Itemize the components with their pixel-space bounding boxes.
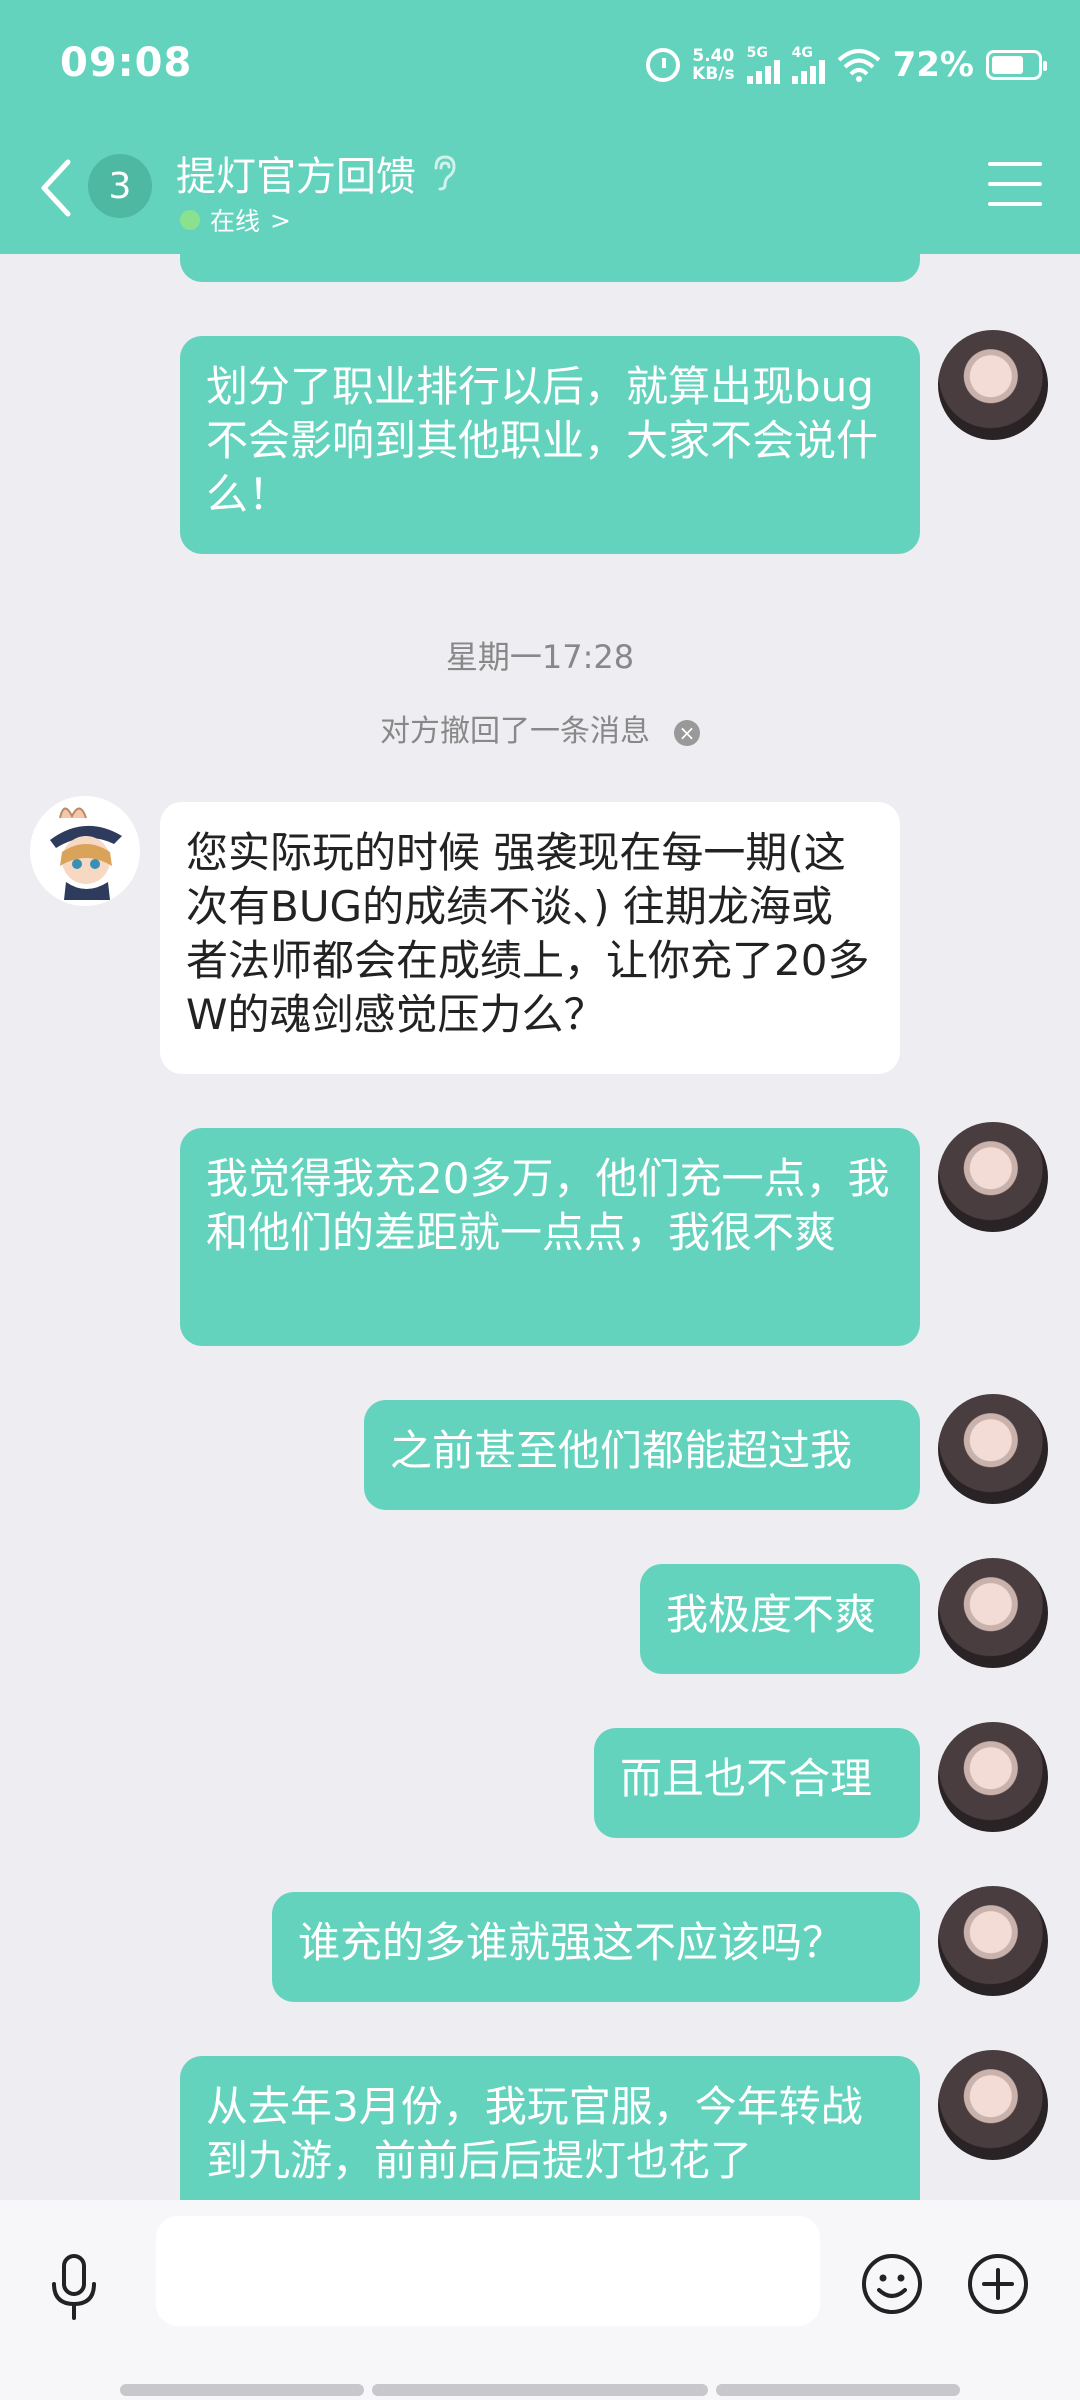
signal-5g: 5G bbox=[746, 45, 780, 84]
signal-bars-icon bbox=[791, 60, 825, 84]
recall-notice: 对方撤回了一条消息 × bbox=[0, 706, 1080, 750]
microphone-icon[interactable] bbox=[44, 2252, 104, 2324]
online-dot-icon bbox=[180, 210, 200, 230]
unread-badge[interactable]: 3 bbox=[88, 154, 152, 218]
chat-header: 09:08 5.40 KB/s 5G 4G 72% 3 提灯官方回馈 在线 > bbox=[0, 0, 1080, 254]
chat-title[interactable]: 提灯官方回馈 bbox=[176, 144, 458, 202]
battery-percent: 72% bbox=[892, 45, 974, 85]
signal-4g-label: 4G bbox=[791, 45, 813, 61]
message-bubble-outgoing[interactable]: 我觉得我充20多万，他们充一点，我和他们的差距就一点点，我很不爽 bbox=[180, 1128, 920, 1346]
signal-5g-label: 5G bbox=[746, 45, 768, 61]
message-bubble-outgoing[interactable]: 划分了职业排行以后，就算出现bug不会影响到其他职业，大家不会说什么！ bbox=[180, 336, 920, 554]
battery-icon bbox=[986, 50, 1047, 80]
nav-bar-segment[interactable] bbox=[716, 2384, 960, 2396]
chevron-right-icon: > bbox=[270, 205, 291, 235]
nav-bar-segment[interactable] bbox=[372, 2384, 708, 2396]
avatar[interactable] bbox=[938, 330, 1048, 440]
signal-4g: 4G bbox=[791, 45, 825, 84]
network-speed-value: 5.40 bbox=[692, 46, 735, 66]
network-speed: 5.40 KB/s bbox=[692, 47, 734, 83]
input-bar bbox=[0, 2200, 1080, 2400]
message-timestamp: 星期一17:28 bbox=[445, 638, 635, 676]
message-bubble-outgoing[interactable]: 而且也不合理 bbox=[594, 1728, 920, 1838]
avatar[interactable] bbox=[30, 796, 140, 906]
avatar[interactable] bbox=[938, 1122, 1048, 1232]
message-bubble-outgoing[interactable]: 谁充的多谁就强这不应该吗？ bbox=[272, 1892, 920, 2002]
online-status[interactable]: 在线 > bbox=[180, 202, 291, 238]
emoji-icon[interactable] bbox=[860, 2252, 924, 2316]
chat-title-text: 提灯官方回馈 bbox=[176, 154, 416, 200]
plus-icon[interactable] bbox=[966, 2252, 1030, 2316]
online-status-text: 在线 bbox=[210, 207, 261, 236]
network-speed-unit: KB/s bbox=[692, 64, 735, 84]
message-bubble-outgoing[interactable]: 我极度不爽 bbox=[640, 1564, 920, 1674]
message-input[interactable] bbox=[156, 2216, 820, 2326]
wifi-icon bbox=[837, 49, 880, 82]
signal-bars-icon bbox=[746, 60, 780, 84]
avatar[interactable] bbox=[938, 1886, 1048, 1996]
alarm-icon bbox=[646, 48, 681, 82]
message-bubble-incoming[interactable]: 您实际玩的时候 强袭现在每一期(这次有BUG的成绩不谈、) 往期龙海或者法师都会… bbox=[160, 802, 900, 1074]
recall-notice-text: 对方撤回了一条消息 bbox=[380, 714, 650, 749]
nav-bar-segment[interactable] bbox=[120, 2384, 364, 2396]
avatar[interactable] bbox=[938, 1722, 1048, 1832]
close-icon[interactable]: × bbox=[674, 719, 700, 746]
avatar[interactable] bbox=[938, 1558, 1048, 1668]
menu-icon[interactable] bbox=[988, 162, 1042, 206]
message-bubble-outgoing[interactable]: 之前甚至他们都能超过我 bbox=[364, 1400, 920, 1510]
back-arrow-icon[interactable] bbox=[36, 158, 76, 218]
avatar[interactable] bbox=[938, 1394, 1048, 1504]
ear-icon bbox=[434, 155, 456, 191]
message-bubble-partial bbox=[180, 236, 920, 282]
avatar[interactable] bbox=[938, 2050, 1048, 2160]
status-icons: 5.40 KB/s 5G 4G 72% bbox=[646, 40, 1047, 90]
status-time: 09:08 bbox=[60, 40, 193, 86]
